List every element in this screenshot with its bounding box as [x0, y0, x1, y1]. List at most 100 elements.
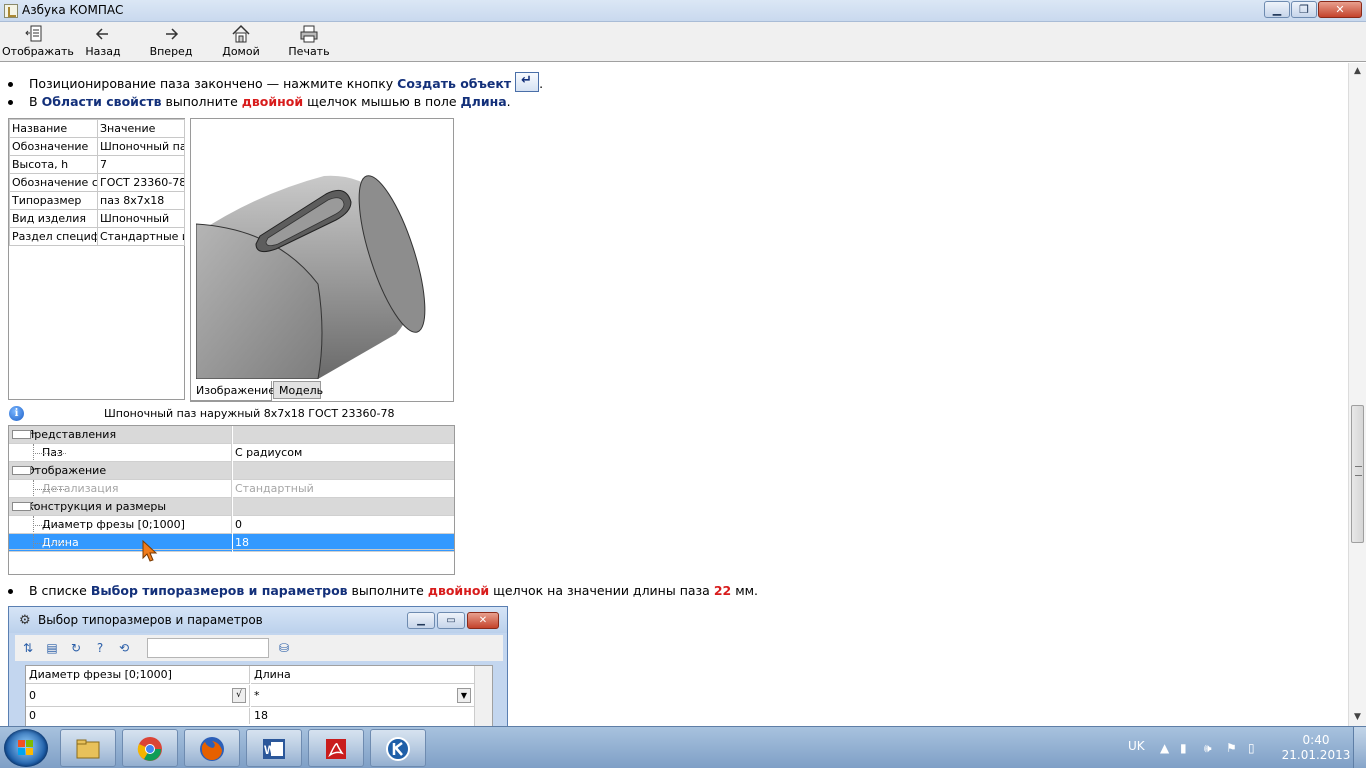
- show-button-label: Отображать: [2, 45, 74, 58]
- filter-help-icon[interactable]: ?: [91, 639, 109, 657]
- tree-row-value[interactable]: 0: [233, 516, 454, 534]
- column-header-length[interactable]: Длина: [251, 666, 474, 684]
- tree-line: [33, 453, 66, 454]
- filter-cell-diameter[interactable]: 0 √: [26, 685, 250, 707]
- reset-icon[interactable]: ⟲: [115, 639, 133, 657]
- volume-icon[interactable]: 🕪: [1204, 741, 1212, 756]
- step-create-object: Позиционирование паза закончено — нажмит…: [8, 72, 543, 92]
- refresh-icon[interactable]: ↻: [67, 639, 85, 657]
- step1-text: Позиционирование паза закончено — нажмит…: [29, 76, 398, 91]
- content-scrollbar[interactable]: ▲ ▼: [1348, 63, 1366, 726]
- subwindow-close-button[interactable]: ✕: [467, 612, 499, 629]
- tree-group-representations[interactable]: − Представления: [9, 426, 454, 444]
- table-row[interactable]: Высота, h7: [9, 155, 185, 174]
- tree-row-value: [233, 498, 454, 516]
- table-row[interactable]: Обозначение ст ГОСТ 23360-78: [9, 173, 185, 192]
- show-button[interactable]: Отображать: [2, 24, 74, 60]
- help-toolbar: Отображать Назад Вперед Домой Печать: [0, 22, 1366, 62]
- grid-scrollbar[interactable]: [474, 666, 492, 726]
- column-header-value: Значение: [97, 119, 185, 138]
- step-select-size: В списке Выбор типоразмеров и параметров…: [8, 583, 758, 598]
- tree-row-cutter-diameter[interactable]: Диаметр фрезы [0;1000] 0: [9, 516, 454, 534]
- show-desktop-button[interactable]: [1353, 727, 1366, 768]
- gear-icon: ⚙: [19, 613, 31, 628]
- row-value: Шпоночный паз: [97, 137, 185, 156]
- window-controls: ▁ ❐ ✕: [1264, 1, 1362, 18]
- tab-image[interactable]: Изображение: [190, 381, 275, 401]
- collapse-icon[interactable]: −: [12, 466, 38, 475]
- subwindow-minimize-button[interactable]: ▁: [407, 612, 435, 629]
- step3-h1: Выбор типоразмеров и параметров: [90, 583, 348, 598]
- collapse-icon[interactable]: −: [12, 502, 38, 511]
- sort-icon[interactable]: ⇅: [19, 639, 37, 657]
- taskbar-chrome[interactable]: [122, 729, 178, 767]
- collapse-icon[interactable]: −: [12, 430, 38, 439]
- minimize-button[interactable]: ▁: [1264, 1, 1290, 18]
- table-row[interactable]: Обозначение Шпоночный паз: [9, 137, 185, 156]
- grip-icon: [1355, 466, 1362, 476]
- subwindow-maximize-button[interactable]: ▭: [437, 612, 465, 629]
- tree-line: [33, 543, 66, 544]
- step3-t2: выполните: [347, 583, 428, 598]
- tree-divider: [9, 549, 454, 550]
- create-object-button[interactable]: [515, 72, 540, 92]
- dropdown-arrow-icon[interactable]: ▼: [457, 688, 471, 703]
- grid-cell-length[interactable]: 18: [251, 708, 474, 724]
- start-button[interactable]: [4, 729, 48, 767]
- home-button[interactable]: Домой: [218, 24, 264, 60]
- check-icon[interactable]: √: [232, 688, 246, 703]
- scrollbar-thumb[interactable]: [1351, 405, 1364, 543]
- tab-model[interactable]: Модель: [273, 381, 323, 399]
- scroll-up-arrow-icon[interactable]: ▲: [1349, 63, 1366, 80]
- row-value: 7: [97, 155, 185, 174]
- tree-row-value[interactable]: С радиусом: [233, 444, 454, 462]
- signal-icon[interactable]: ▮: [1180, 741, 1187, 755]
- taskbar-acrobat[interactable]: [308, 729, 364, 767]
- filter-input[interactable]: [147, 638, 269, 658]
- row-value: ГОСТ 23360-78: [97, 173, 185, 192]
- ruler-icon[interactable]: ▤: [43, 639, 61, 657]
- taskbar-kompas[interactable]: [370, 729, 426, 767]
- tree-group-construction[interactable]: − Конструкция и размеры: [9, 498, 454, 516]
- table-row[interactable]: Раздел специфиСтандартные из: [9, 227, 185, 246]
- power-icon[interactable]: ▯: [1248, 741, 1255, 755]
- table-row[interactable]: Типоразмер паз 8x7x18: [9, 191, 185, 210]
- back-button[interactable]: Назад: [80, 24, 126, 60]
- grid-cell-diameter[interactable]: 0: [26, 708, 250, 724]
- minimize-icon: ▁: [1272, 3, 1282, 16]
- tree-row-detail-level: Детализация Стандартный: [9, 480, 454, 498]
- step3-t4: мм.: [731, 583, 759, 598]
- word-icon: W: [263, 739, 285, 759]
- database-icon[interactable]: ⛁: [275, 639, 293, 657]
- taskbar-word[interactable]: W: [246, 729, 302, 767]
- maximize-button[interactable]: ❐: [1291, 1, 1317, 18]
- taskbar-firefox[interactable]: [184, 729, 240, 767]
- shaft-keyway-model-image: [196, 124, 450, 379]
- row-name: Обозначение ст: [9, 173, 98, 192]
- clock[interactable]: 0:40 21.01.2013: [1280, 733, 1352, 763]
- column-header-cutter-diameter[interactable]: Диаметр фрезы [0;1000]: [26, 666, 250, 684]
- language-indicator[interactable]: UK: [1128, 739, 1145, 753]
- home-button-label: Домой: [222, 45, 260, 58]
- step2-t4: .: [506, 94, 511, 109]
- step1-end: .: [539, 76, 544, 91]
- filter-cell-length[interactable]: * ▼: [251, 685, 474, 707]
- step3-h3: 22: [713, 583, 732, 598]
- print-button[interactable]: Печать: [286, 24, 332, 60]
- show-panel-icon: [25, 25, 42, 42]
- table-row[interactable]: Вид изделия Шпоночный: [9, 209, 185, 228]
- tree-group-display[interactable]: − Отображение: [9, 462, 454, 480]
- restore-icon: ❐: [1299, 3, 1309, 16]
- scroll-down-arrow-icon[interactable]: ▼: [1349, 709, 1366, 726]
- taskbar-explorer[interactable]: [60, 729, 116, 767]
- row-name: Обозначение: [9, 137, 98, 156]
- step2-h3: Длина: [460, 94, 507, 109]
- system-tray: UK ▲ ▮ 🕪 ⚑ ▯ 0:40 21.01.2013: [1120, 727, 1366, 768]
- tree-row-slot[interactable]: Паз С радиусом: [9, 444, 454, 462]
- home-icon: [232, 24, 250, 43]
- kompas-icon: [386, 737, 410, 761]
- tray-expand-icon[interactable]: ▲: [1160, 741, 1169, 755]
- close-button[interactable]: ✕: [1318, 1, 1362, 18]
- flag-icon[interactable]: ⚑: [1226, 741, 1237, 755]
- forward-button[interactable]: Вперед: [148, 24, 194, 60]
